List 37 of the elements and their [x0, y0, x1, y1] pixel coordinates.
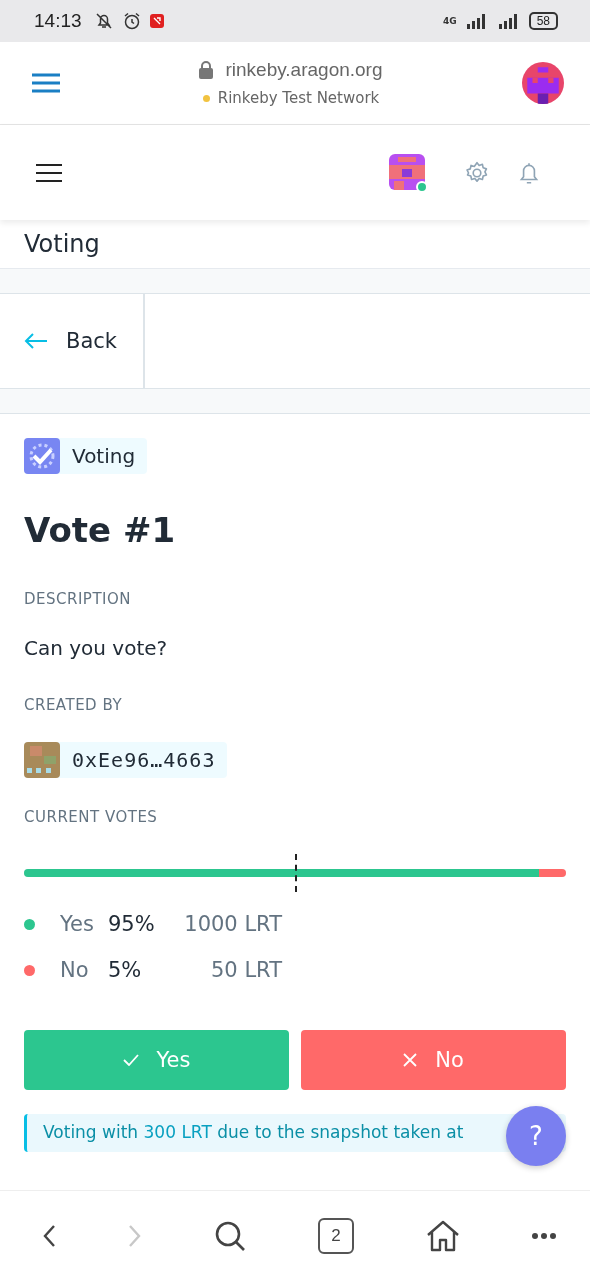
section-label: CREATED BY	[24, 696, 124, 714]
vote-title: Vote #1	[24, 510, 177, 550]
menu-icon[interactable]	[36, 162, 62, 183]
option-percent: 5%	[108, 958, 143, 982]
option-label: No	[60, 958, 90, 982]
clock-time: 14:13	[34, 10, 82, 32]
page-title: Voting	[24, 230, 100, 258]
option-label: Yes	[60, 912, 95, 936]
bell-off-icon	[93, 11, 114, 31]
url-text[interactable]: rinkeby.aragon.org	[225, 59, 383, 81]
status-dot	[202, 94, 210, 102]
back-icon[interactable]	[42, 1223, 56, 1248]
battery-level: 58	[528, 12, 558, 30]
more-icon[interactable]	[532, 1231, 556, 1240]
lock-icon	[199, 61, 214, 79]
option-amount: 50 LRT	[210, 958, 282, 982]
app-badge[interactable]: Voting	[24, 438, 148, 474]
option-amount: 1000 LRT	[183, 912, 282, 936]
tabs-count-button[interactable]: 2	[318, 1217, 354, 1254]
arrow-left-icon	[24, 333, 48, 349]
network-type: 4G	[443, 16, 457, 26]
section-label: CURRENT VOTES	[24, 808, 159, 826]
search-icon[interactable]	[214, 1219, 246, 1252]
vote-description: Can you vote?	[24, 636, 169, 660]
section-label: DESCRIPTION	[24, 590, 133, 608]
app-notification-icon	[149, 14, 164, 28]
creator-address-badge[interactable]: 0xEe96…4663	[24, 742, 228, 778]
home-icon[interactable]	[426, 1219, 460, 1252]
option-percent: 95%	[108, 912, 156, 936]
organization-avatar-icon[interactable]	[388, 152, 428, 193]
voting-app-icon	[24, 438, 60, 474]
info-text: Voting with 300 LRT due to the snapshot taken at	[43, 1122, 464, 1142]
close-icon	[403, 1053, 418, 1067]
network-name: Rinkeby Test Network	[217, 89, 380, 107]
check-icon	[122, 1054, 139, 1066]
avatar-icon[interactable]	[522, 62, 564, 104]
identicon-icon	[24, 742, 60, 778]
